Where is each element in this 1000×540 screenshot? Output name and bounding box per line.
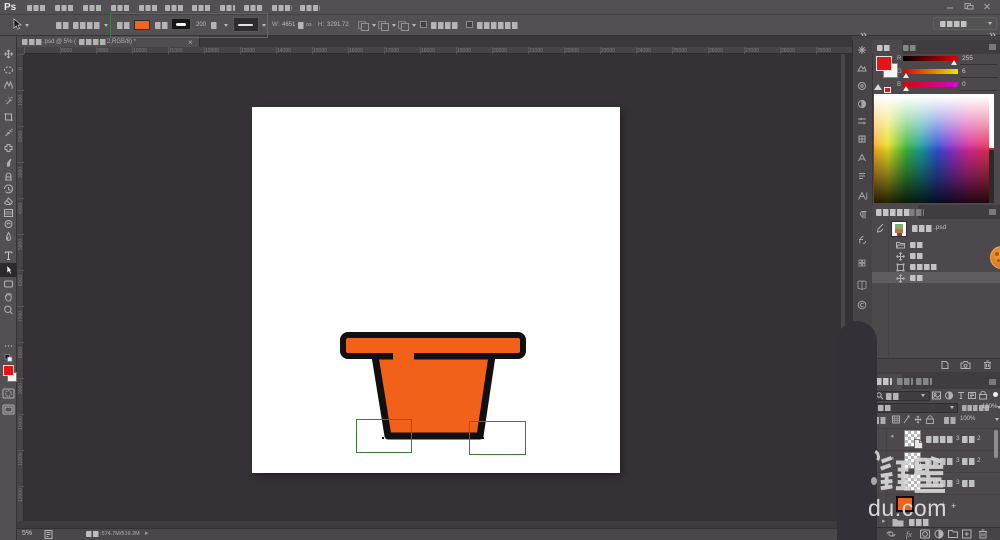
svg-text:fx: fx (906, 530, 912, 539)
